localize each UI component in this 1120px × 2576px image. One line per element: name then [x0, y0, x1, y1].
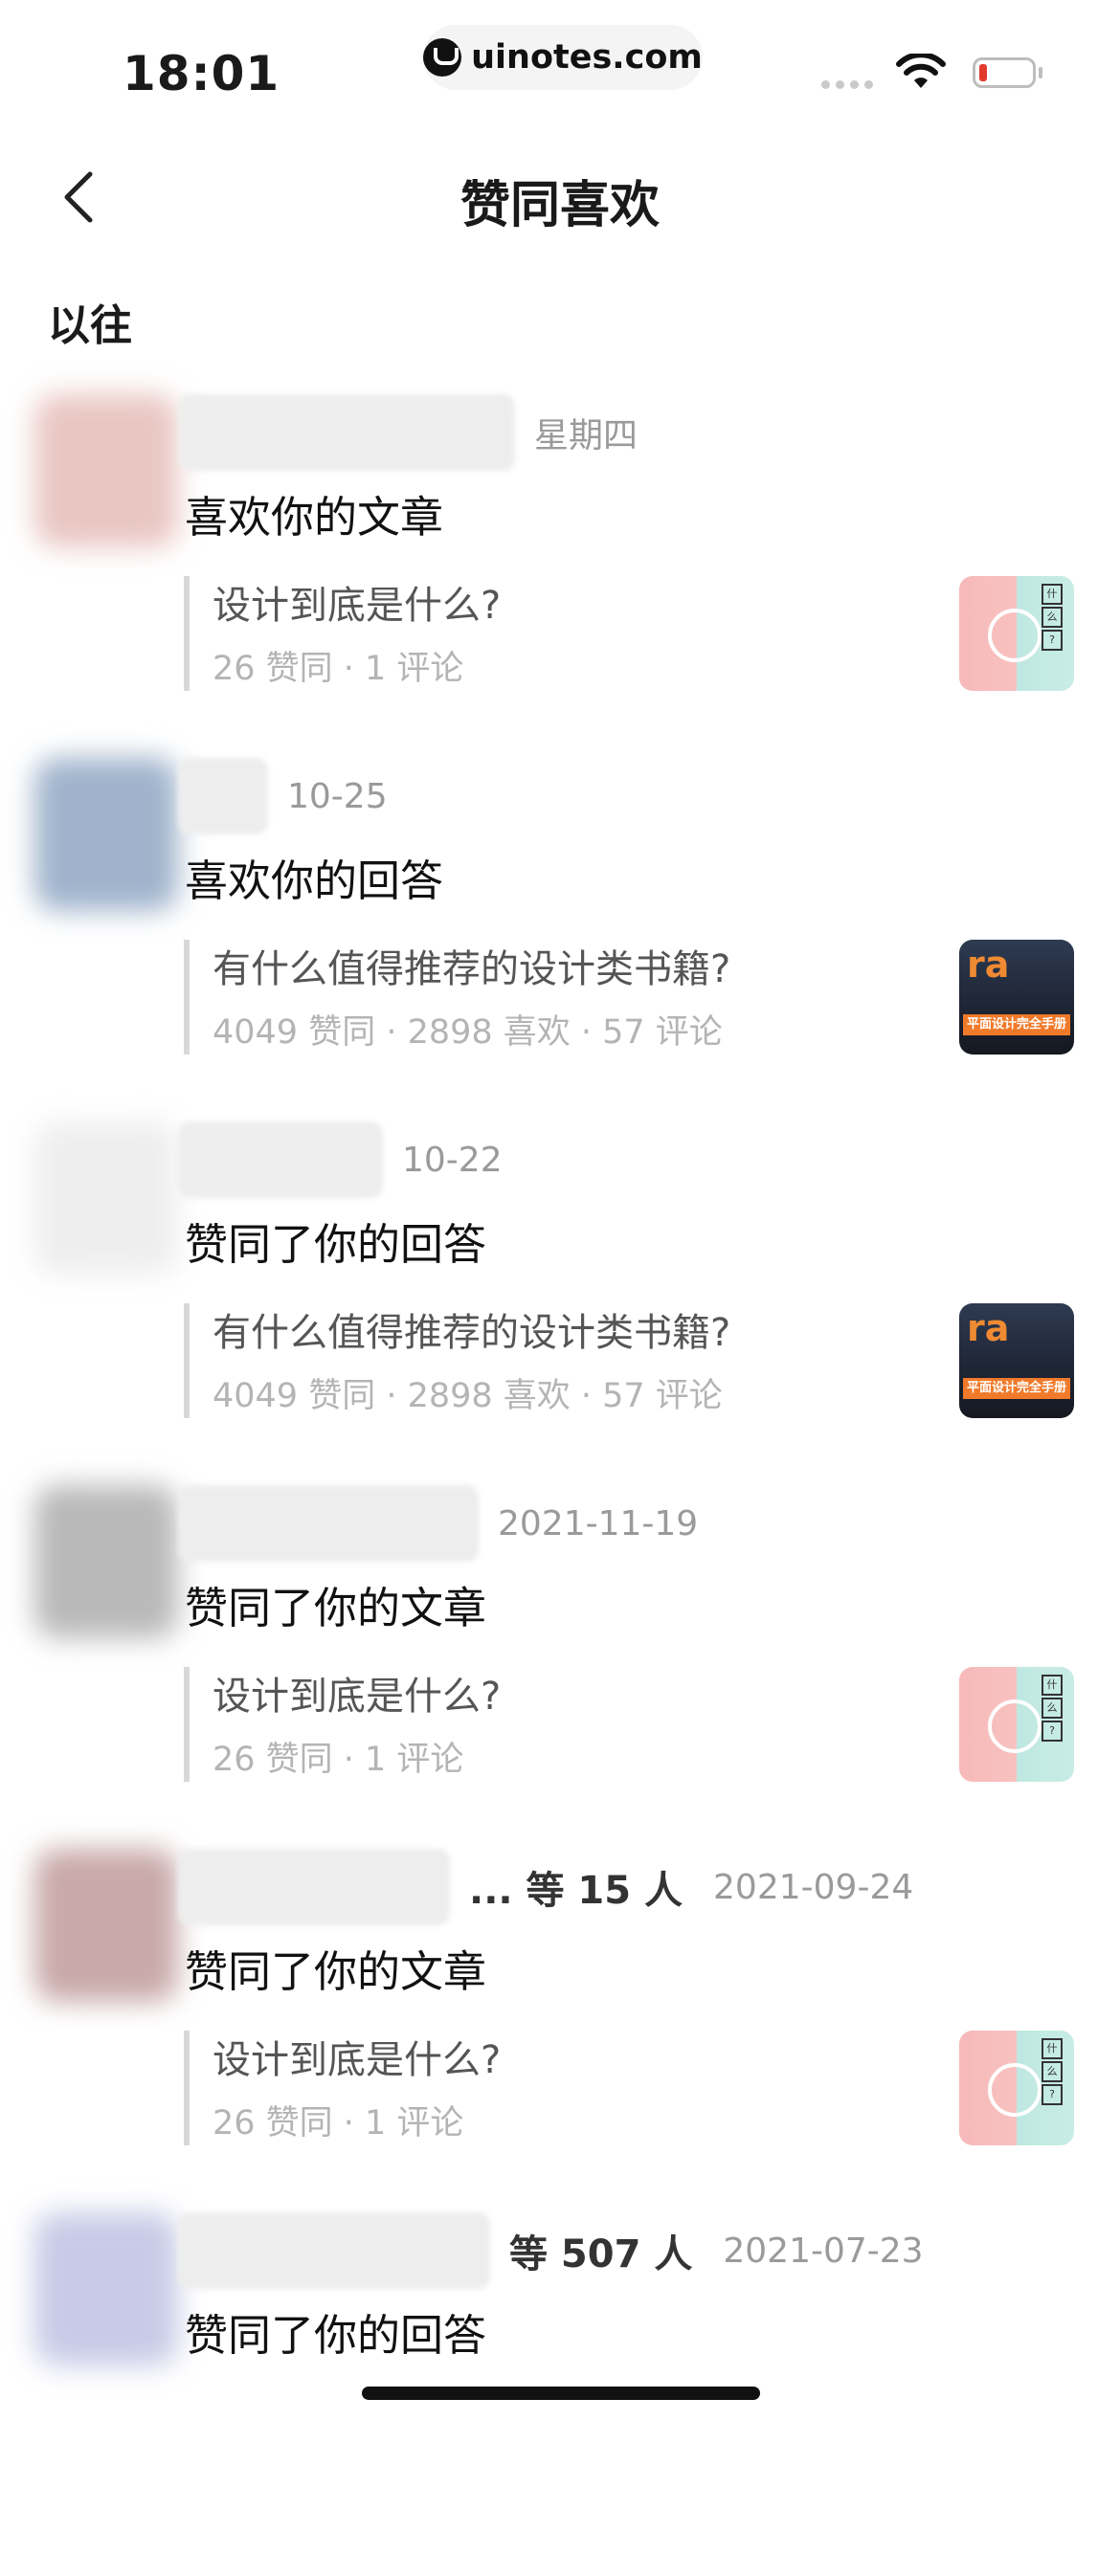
avatar[interactable]: [34, 2212, 178, 2365]
content-stats: 4049 赞同 · 2898 喜欢 · 57 评论: [213, 1013, 723, 1052]
item-date: 星期四: [534, 416, 638, 455]
action-text: 赞同了你的回答: [185, 2310, 487, 2361]
content-stats: 26 赞同 · 1 评论: [213, 1741, 464, 1779]
home-indicator: [362, 2387, 760, 2400]
item-date: 10-25: [287, 776, 388, 816]
quote-bar: [184, 576, 190, 691]
book-thumbnail[interactable]: ra 平面设计完全手册: [959, 1303, 1074, 1418]
status-time: 18:01: [123, 46, 280, 101]
item-date: 10-22: [402, 1140, 503, 1180]
article-thumbnail[interactable]: 什么?: [959, 1667, 1074, 1782]
action-text: 喜欢你的回答: [185, 855, 444, 906]
content-stats: 4049 赞同 · 2898 喜欢 · 57 评论: [213, 1377, 723, 1415]
content-title[interactable]: 设计到底是什么?: [213, 1665, 501, 1721]
quote-bar: [184, 1303, 190, 1418]
avatar[interactable]: [34, 1849, 178, 2002]
wifi-icon: [896, 54, 946, 88]
feed-item[interactable]: ... 等 15 人 2021-09-24 赞同了你的文章设计到底是什么? 26 赞同…: [0, 1849, 1120, 2212]
url-text: uinotes.com: [471, 38, 703, 77]
avatar[interactable]: [34, 1485, 178, 1638]
content-title[interactable]: 设计到底是什么?: [213, 2029, 501, 2084]
participant-count: 等 507 人: [509, 2232, 693, 2276]
action-text: 赞同了你的文章: [185, 1583, 487, 1633]
battery-icon: [973, 57, 1036, 88]
article-thumbnail[interactable]: 什么?: [959, 2031, 1074, 2145]
content-stats: 26 赞同 · 1 评论: [213, 650, 464, 688]
content-title[interactable]: 有什么值得推荐的设计类书籍?: [213, 1301, 730, 1357]
section-label: 以往: [48, 301, 132, 350]
item-date: 2021-11-19: [498, 1503, 699, 1543]
page-title: 赞同喜欢: [459, 177, 660, 234]
site-logo-icon: [423, 38, 462, 77]
url-pill[interactable]: uinotes.com: [423, 25, 703, 90]
avatar[interactable]: [34, 758, 178, 911]
quote-bar: [184, 940, 190, 1055]
item-date: 2021-09-24: [713, 1867, 914, 1907]
participant-count: ... 等 15 人: [469, 1869, 683, 1913]
article-thumbnail[interactable]: 什么?: [959, 576, 1074, 691]
action-text: 赞同了你的文章: [185, 1946, 487, 1997]
action-text: 赞同了你的回答: [185, 1219, 487, 1270]
feed-item[interactable]: 10-25 喜欢你的回答有什么值得推荐的设计类书籍? 4049 赞同 · 2898 …: [0, 758, 1120, 1121]
feed-item[interactable]: 星期四喜欢你的文章设计到底是什么? 26 赞同 · 1 评论 什么?: [0, 394, 1120, 758]
action-text: 喜欢你的文章: [185, 492, 444, 543]
avatar[interactable]: [34, 1121, 178, 1275]
content-title[interactable]: 有什么值得推荐的设计类书籍?: [213, 938, 730, 993]
item-date: 2021-07-23: [723, 2231, 924, 2271]
avatar[interactable]: [34, 394, 178, 547]
feed-item[interactable]: 10-22 赞同了你的回答有什么值得推荐的设计类书籍? 4049 赞同 · 2898…: [0, 1121, 1120, 1485]
content-stats: 26 赞同 · 1 评论: [213, 2104, 464, 2143]
content-title[interactable]: 设计到底是什么?: [213, 574, 501, 630]
feed-item[interactable]: 2021-11-19 赞同了你的文章设计到底是什么? 26 赞同 · 1 评论 什么?: [0, 1485, 1120, 1849]
cellular-signal-icon: [821, 80, 873, 89]
quote-bar: [184, 1667, 190, 1782]
book-thumbnail[interactable]: ra 平面设计完全手册: [959, 940, 1074, 1055]
quote-bar: [184, 2031, 190, 2145]
